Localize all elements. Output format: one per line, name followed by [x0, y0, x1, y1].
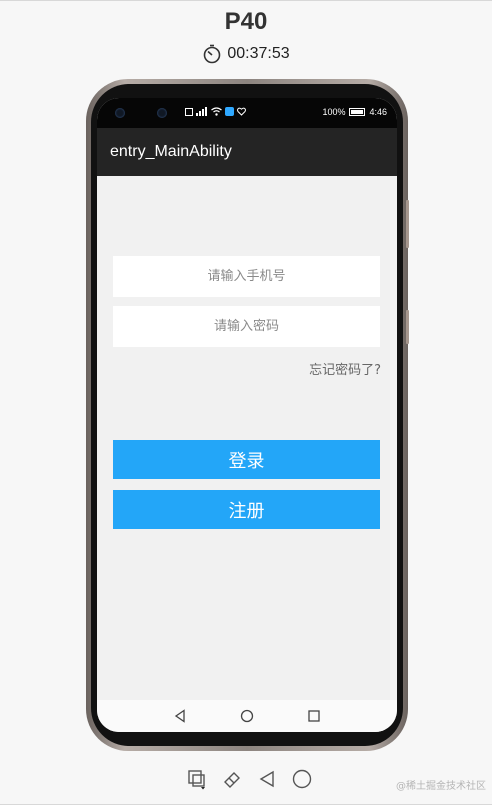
home-circle-icon[interactable] — [291, 768, 313, 790]
forgot-password-link[interactable]: 忘记密码了? — [309, 359, 381, 378]
navigation-bar — [97, 700, 397, 732]
rotate-screen-icon[interactable] — [186, 768, 208, 790]
recents-icon[interactable] — [307, 709, 321, 723]
phone-number-input[interactable] — [113, 256, 380, 297]
timer-value: 00:37:53 — [227, 45, 290, 62]
volume-button[interactable] — [406, 200, 409, 248]
status-time: 4:46 — [369, 107, 387, 117]
password-input[interactable] — [113, 306, 380, 347]
status-icons — [185, 107, 246, 116]
status-right: 100% 4:46 — [322, 107, 387, 117]
eraser-icon[interactable] — [221, 768, 243, 790]
home-icon[interactable] — [240, 709, 254, 723]
register-button[interactable]: 注册 — [113, 490, 380, 529]
hd-icon — [185, 107, 193, 116]
front-camera-icon — [115, 108, 125, 118]
status-bar: 100% 4:46 — [97, 98, 397, 128]
signal-icon — [196, 107, 207, 116]
device-name: P40 — [224, 8, 268, 35]
wifi-icon — [211, 107, 222, 116]
battery-percent: 100% — [322, 107, 346, 117]
app-notification-icon — [225, 107, 234, 116]
battery-icon — [349, 108, 366, 116]
emulator-window: P40 00:37:53 100% 4:46 entry_MainAbility… — [0, 0, 492, 805]
watermark: @稀土掘金技术社区 — [396, 781, 486, 792]
emulator-toolbar — [186, 768, 313, 790]
session-timer: 00:37:53 — [0, 44, 492, 64]
back-triangle-icon[interactable] — [256, 768, 278, 790]
front-camera-icon — [157, 108, 167, 118]
heart-icon — [237, 107, 246, 116]
power-button[interactable] — [406, 310, 409, 344]
top-divider — [0, 0, 492, 1]
app-title-bar: entry_MainAbility — [97, 128, 397, 176]
stopwatch-icon — [204, 44, 221, 64]
app-title: entry_MainAbility — [110, 143, 232, 160]
phone-screen: 100% 4:46 entry_MainAbility 忘记密码了? 登录 注册 — [97, 98, 397, 732]
back-icon[interactable] — [173, 709, 187, 723]
login-button[interactable]: 登录 — [113, 440, 380, 479]
